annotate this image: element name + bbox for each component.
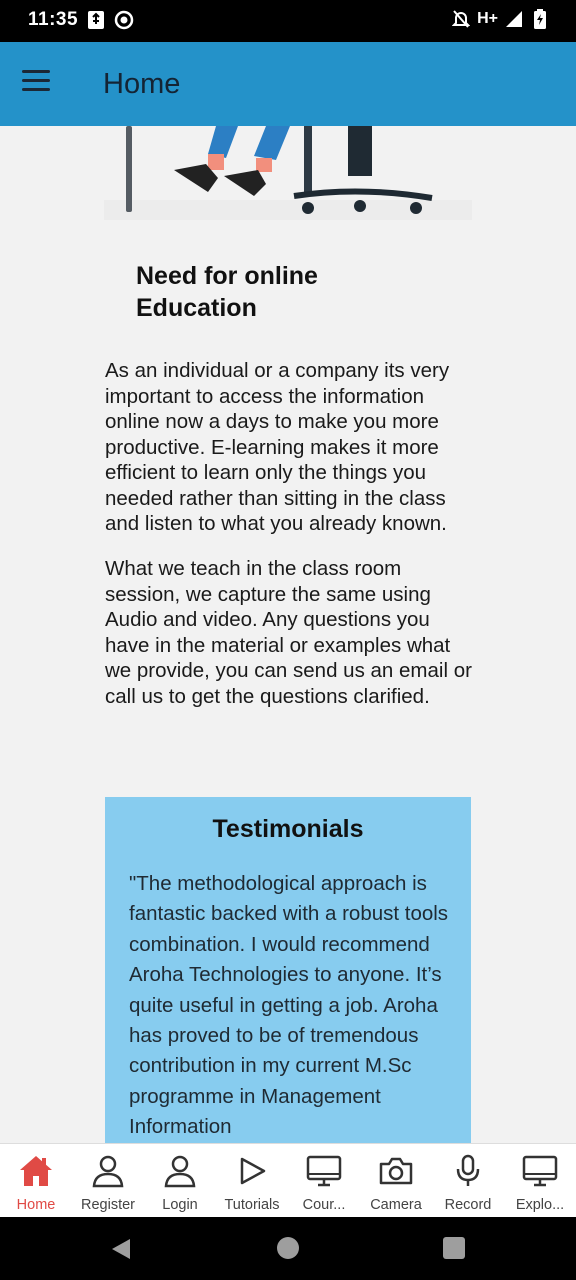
status-time: 11:35 (28, 9, 79, 30)
nav-label-register: Register (81, 1197, 135, 1213)
nav-label-login: Login (162, 1197, 198, 1213)
person-icon (89, 1152, 127, 1190)
status-left-icons (86, 9, 134, 31)
nav-label-tutorials: Tutorials (224, 1197, 280, 1213)
nav-item-explore[interactable]: Explo... (504, 1144, 576, 1217)
nav-item-home[interactable]: Home (0, 1144, 72, 1217)
status-right-icons: H+ (451, 8, 550, 30)
nav-label-home: Home (16, 1197, 56, 1213)
nav-item-courses[interactable]: Cour... (288, 1144, 360, 1217)
back-icon[interactable] (110, 1237, 132, 1261)
microphone-icon (449, 1152, 487, 1190)
status-bar: 11:35 H+ (0, 0, 576, 42)
nav-item-login[interactable]: Login (144, 1144, 216, 1217)
intro-paragraph: As an individual or a company its very i… (105, 359, 450, 535)
testimonial-quote: "The methodological approach is fantasti… (129, 872, 449, 1139)
nav-item-record[interactable]: Record (432, 1144, 504, 1217)
monitor-icon (305, 1152, 343, 1190)
battery-charging-icon (530, 8, 550, 30)
network-type-label: H+ (477, 10, 498, 27)
monitor-icon (521, 1152, 559, 1190)
play-icon (233, 1152, 271, 1190)
classroom-paragraph: What we teach in the class room session,… (105, 557, 472, 708)
nav-label-courses: Cour... (302, 1197, 346, 1213)
main-content[interactable]: Need for online Education As an individu… (0, 126, 576, 1143)
recent-apps-button[interactable] (443, 1237, 465, 1259)
camera-icon (377, 1152, 415, 1190)
system-navigation-bar (0, 1217, 576, 1280)
home-icon (17, 1152, 55, 1190)
hamburger-menu-icon[interactable] (22, 70, 58, 100)
person-icon (161, 1152, 199, 1190)
section-title: Need for online Education (136, 262, 318, 322)
nav-label-record: Record (444, 1197, 492, 1213)
usb-icon (86, 9, 106, 31)
nav-item-camera[interactable]: Camera (360, 1144, 432, 1217)
page-title: Home (103, 68, 181, 100)
nav-item-tutorials[interactable]: Tutorials (216, 1144, 288, 1217)
testimonials-card: Testimonials "The methodological approac… (105, 797, 471, 1143)
sync-icon (114, 9, 134, 31)
signal-icon (504, 8, 524, 30)
testimonials-title: Testimonials (212, 815, 364, 843)
home-button[interactable] (277, 1237, 299, 1259)
bottom-navigation: Home Register Login Tutorials Cour... Ca… (0, 1143, 576, 1217)
app-bar: Home (0, 42, 576, 126)
mute-icon (451, 8, 471, 30)
classroom-illustration (104, 126, 472, 220)
nav-item-register[interactable]: Register (72, 1144, 144, 1217)
nav-label-camera: Camera (370, 1197, 422, 1213)
nav-label-explore: Explo... (515, 1197, 565, 1213)
